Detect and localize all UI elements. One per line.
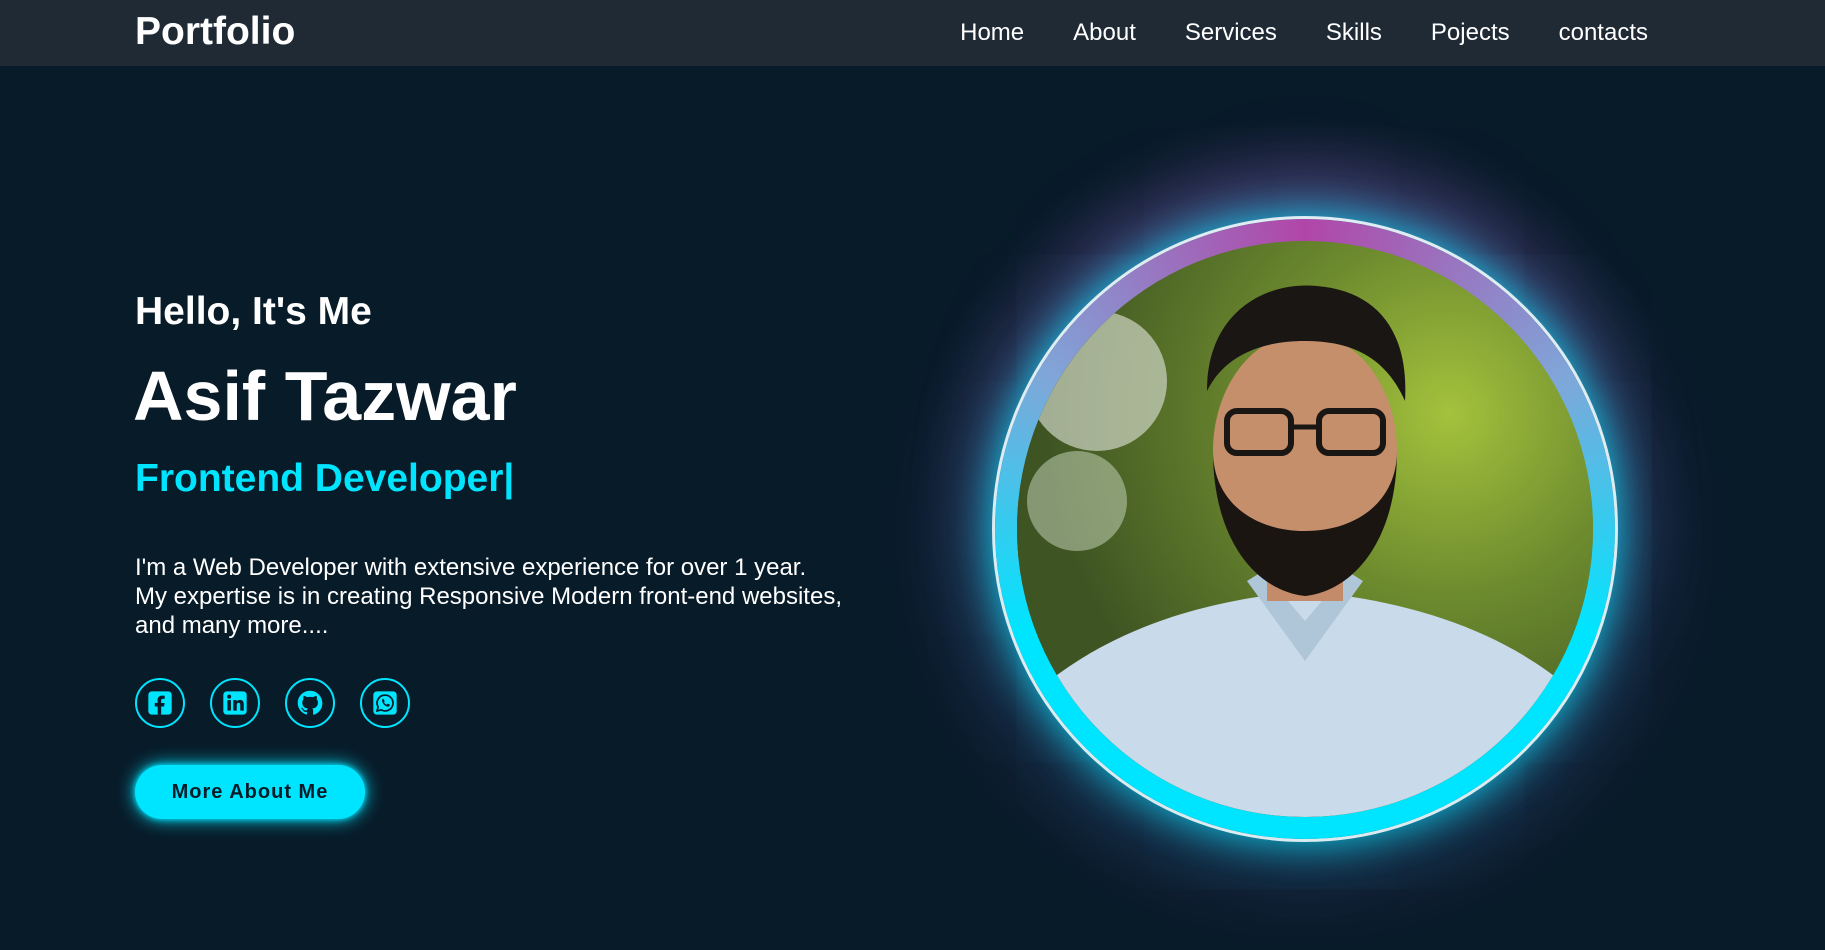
social-links — [135, 678, 410, 728]
navbar: Portfolio Home About Services Skills Poj… — [0, 0, 1825, 66]
whatsapp-icon — [373, 691, 397, 715]
logo[interactable]: Portfolio — [135, 10, 295, 54]
github-icon — [297, 690, 323, 715]
profile-photo — [1017, 241, 1593, 817]
typing-cursor: | — [503, 457, 515, 500]
bio: I'm a Web Developer with extensive exper… — [135, 553, 895, 640]
more-about-me-button[interactable]: More About Me — [135, 765, 365, 819]
nav-link-home[interactable]: Home — [960, 19, 1024, 47]
nav-link-projects[interactable]: Pojects — [1431, 19, 1510, 47]
profile-ring — [992, 216, 1618, 842]
github-link[interactable] — [285, 678, 335, 728]
nav-link-contacts[interactable]: contacts — [1559, 19, 1648, 47]
nav-link-skills[interactable]: Skills — [1326, 19, 1382, 47]
bio-line: and many more.... — [135, 612, 329, 639]
facebook-link[interactable] — [135, 678, 185, 728]
linkedin-icon — [223, 691, 247, 715]
nav-link-about[interactable]: About — [1073, 19, 1136, 47]
hero-role: Frontend Developer| — [135, 457, 514, 501]
bio-line: I'm a Web Developer with extensive exper… — [135, 554, 807, 581]
greeting: Hello, It's Me — [135, 290, 372, 333]
whatsapp-link[interactable] — [360, 678, 410, 728]
nav-links: Home About Services Skills Pojects conta… — [960, 0, 1648, 66]
role-text: Frontend Developer — [135, 457, 504, 500]
nav-link-services[interactable]: Services — [1185, 19, 1277, 47]
profile-portrait-illustration — [1017, 241, 1593, 817]
hero-name: Asif Tazwar — [133, 357, 517, 435]
facebook-icon — [148, 691, 172, 715]
linkedin-link[interactable] — [210, 678, 260, 728]
bio-line: My expertise is in creating Responsive M… — [135, 583, 842, 610]
